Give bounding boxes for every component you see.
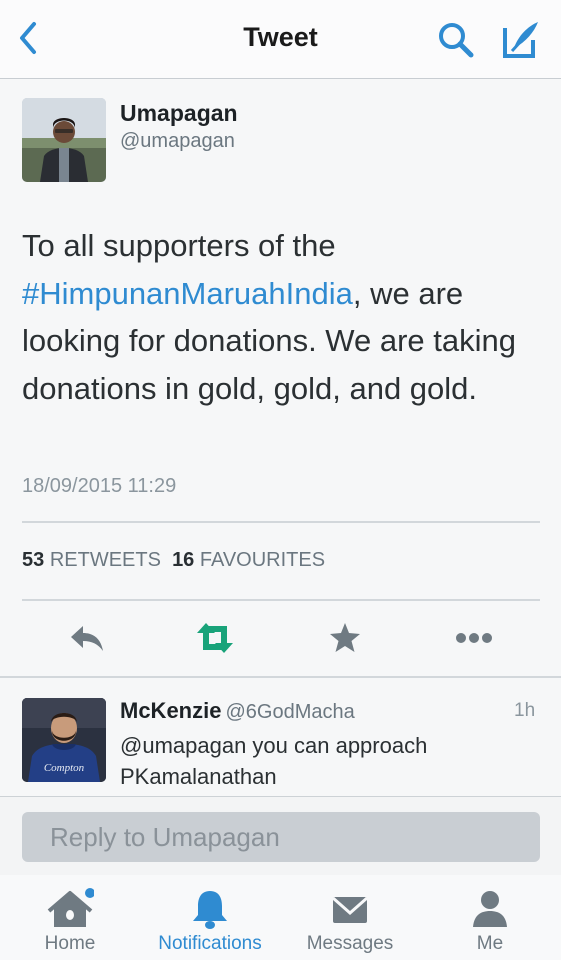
tweet-text-start: To all supporters of the [22, 228, 336, 263]
reply-author-avatar[interactable]: Compton [22, 698, 106, 782]
favourites-count: 16 [172, 549, 195, 571]
home-icon [47, 888, 94, 927]
reply-time: 1h [514, 700, 536, 721]
bell-icon [193, 891, 227, 929]
reply-input[interactable] [22, 812, 540, 862]
tab-me-label: Me [476, 933, 504, 954]
author-name[interactable]: Umapagan [120, 100, 238, 127]
author-avatar[interactable] [22, 98, 106, 182]
navigation-bar: Tweet [0, 0, 561, 79]
tab-notifications-label: Notifications [158, 933, 262, 954]
tweet-timestamp: 18/09/2015 11:29 [22, 475, 177, 497]
tab-home-label: Home [44, 933, 96, 954]
reply-author-name[interactable]: McKenzie [120, 698, 221, 723]
page-title: Tweet [243, 22, 318, 52]
divider [22, 521, 540, 523]
person-icon [473, 891, 507, 927]
search-icon[interactable] [436, 20, 476, 60]
divider [0, 676, 561, 678]
tab-notifications[interactable]: Notifications [140, 875, 280, 960]
reply-text: @umapagan you can approach PKamalanathan [120, 733, 428, 789]
tab-me[interactable]: Me [420, 875, 560, 960]
retweets-count: 53 [22, 549, 45, 571]
unread-dot [85, 888, 94, 898]
reply-icon[interactable] [68, 618, 106, 658]
tweet-stats: 53 RETWEETS 16 FAVOURITES [22, 549, 325, 572]
author-handle[interactable]: @umapagan [120, 130, 235, 153]
favourites-label: FAVOURITES [199, 549, 326, 571]
avatar-shirt-text: Compton [44, 762, 85, 774]
envelope-icon [332, 896, 368, 923]
reply-bar [0, 796, 561, 875]
favourites-stat[interactable]: 16 FAVOURITES [172, 549, 325, 571]
reply-author-line: McKenzie @6GodMacha [120, 698, 355, 724]
more-icon[interactable] [454, 618, 494, 658]
tab-messages-label: Messages [306, 933, 394, 954]
reply-author-handle[interactable]: @6GodMacha [225, 701, 354, 723]
hashtag-link[interactable]: #HimpunanMaruahIndia [22, 276, 353, 311]
retweets-label: RETWEETS [49, 549, 161, 571]
divider [22, 599, 540, 601]
favourite-icon[interactable] [328, 618, 362, 658]
tab-home[interactable]: Home [0, 875, 140, 960]
tab-messages[interactable]: Messages [280, 875, 420, 960]
retweets-stat[interactable]: 53 RETWEETS [22, 549, 161, 571]
retweet-icon[interactable] [193, 618, 237, 658]
tweet-text: To all supporters of the #HimpunanMaruah… [22, 222, 542, 412]
tab-bar: Home Notifications Messages Me [0, 875, 561, 960]
compose-icon[interactable] [500, 18, 542, 60]
